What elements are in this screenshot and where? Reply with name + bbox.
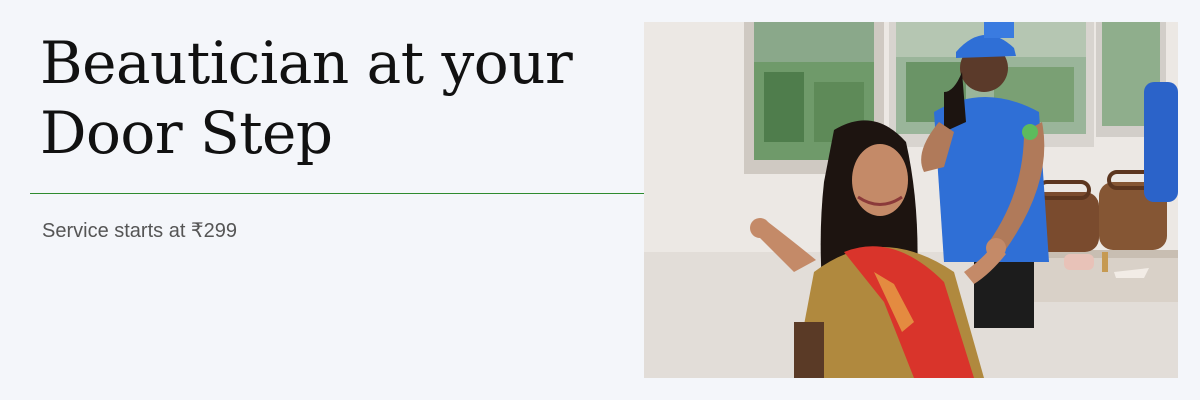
headline: Beautician at your Door Step [40,28,620,168]
hero-banner: Beautician at your Door Step Service sta… [0,0,1200,400]
hero-photo [644,22,1178,378]
headline-line-1: Beautician at your [40,29,573,97]
headline-line-2: Door Step [40,99,333,167]
price-subtext: Service starts at ₹299 [42,220,238,242]
